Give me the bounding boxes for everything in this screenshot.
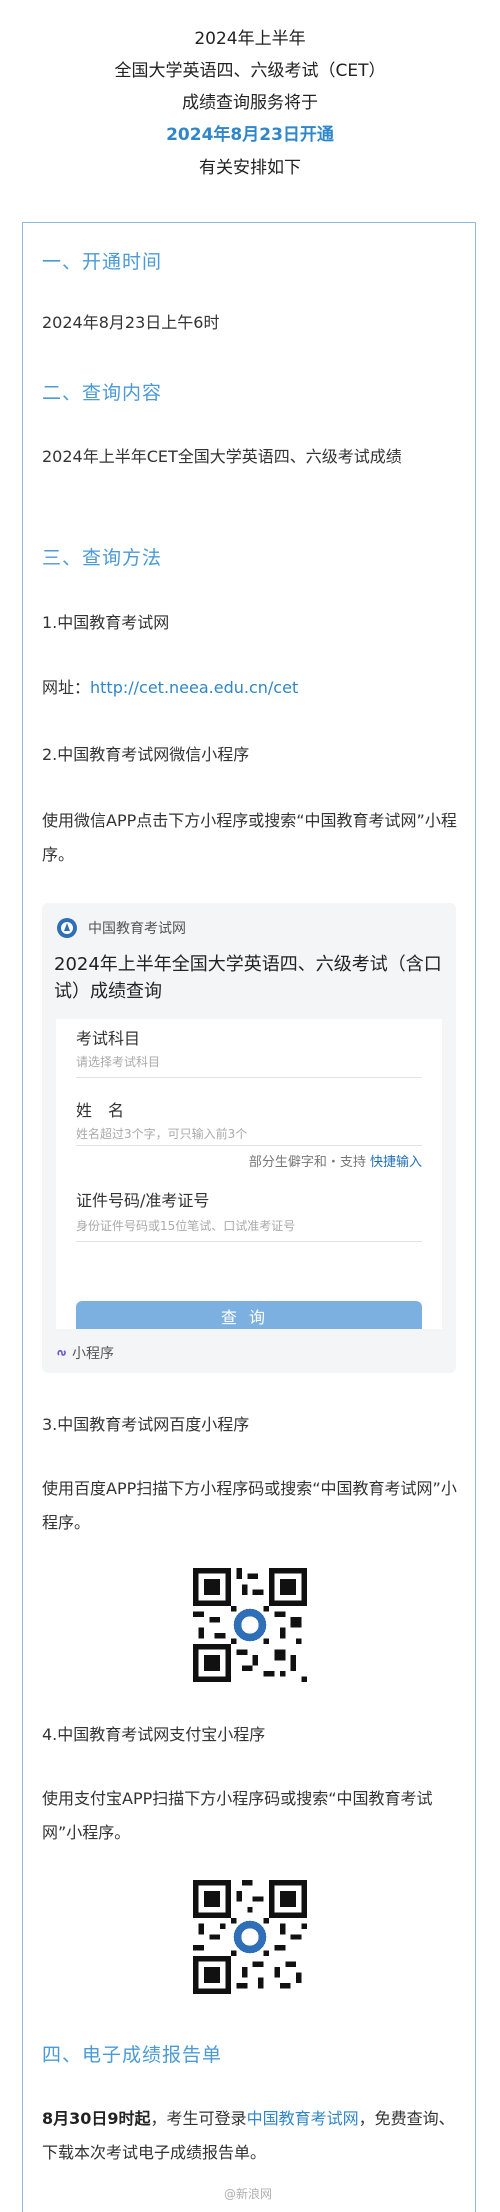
method-2-title: 2.中国教育考试网微信小程序 xyxy=(42,745,250,764)
mini-program-title: 2024年上半年全国大学英语四、六级考试（含口试）成绩查询 xyxy=(54,954,442,1002)
method-3-title: 3.中国教育考试网百度小程序 xyxy=(42,1415,250,1434)
id-label: 证件号码/准考证号 xyxy=(76,1191,210,1210)
section-2-title: 二、查询内容 xyxy=(42,382,163,404)
neea-url-link[interactable]: http://cet.neea.edu.cn/cet xyxy=(90,678,298,697)
section-2-body: 2024年上半年CET全国大学英语四、六级考试成绩 xyxy=(42,447,402,466)
subject-select[interactable]: 请选择考试科目 xyxy=(76,1053,160,1070)
url-label: 网址： xyxy=(42,678,91,697)
header-line-3: 成绩查询服务将于 xyxy=(182,93,318,113)
header-line-1: 2024年上半年 xyxy=(194,29,306,49)
method-4-title: 4.中国教育考试网支付宝小程序 xyxy=(42,1725,266,1744)
watermark: @新浪网 xyxy=(224,2187,273,2201)
method-1-url-line: 网址：http://cet.neea.edu.cn/cet xyxy=(42,671,462,705)
section-4-text-a: ，考生可登录 xyxy=(150,2109,247,2128)
query-button[interactable]: 查询 xyxy=(76,1301,422,1329)
quick-input-link[interactable]: 快捷输入 xyxy=(370,1155,422,1170)
section-4-body: 8月30日9时起，考生可登录中国教育考试网，免费查询、下载本次考试电子成绩报告单… xyxy=(42,2102,462,2170)
wechat-mini-program-card[interactable]: 中国教育考试网 2024年上半年全国大学英语四、六级考试（含口试）成绩查询 考试… xyxy=(42,903,456,1373)
mini-program-footer-label: 小程序 xyxy=(72,1346,114,1362)
section-1-title: 一、开通时间 xyxy=(42,251,163,273)
header-line-2: 全国大学英语四、六级考试（CET） xyxy=(114,61,386,81)
name-input[interactable]: 姓名超过3个字，可只输入前3个 xyxy=(76,1125,247,1142)
mini-program-icon xyxy=(57,1350,66,1356)
method-4-desc: 使用支付宝APP扫描下方小程序码或搜索“中国教育考试网”小程序。 xyxy=(42,1789,433,1842)
neea-site-link[interactable]: 中国教育考试网 xyxy=(247,2109,359,2128)
query-form: 考试科目 请选择考试科目 姓 名 姓名超过3个字，可只输入前3个 部分生僻字和・… xyxy=(56,1019,442,1329)
section-4-title: 四、电子成绩报告单 xyxy=(42,2044,223,2066)
header-open-date: 2024年8月23日开通 xyxy=(166,125,334,145)
method-3-desc: 使用百度APP扫描下方小程序码或搜索“中国教育考试网”小程序。 xyxy=(42,1479,457,1532)
alipay-qr-code xyxy=(193,1880,307,1994)
mini-program-org: 中国教育考试网 xyxy=(88,921,186,937)
report-start-time: 8月30日9时起 xyxy=(42,2109,151,2128)
method-1-title: 1.中国教育考试网 xyxy=(42,613,170,632)
section-3-title: 三、查询方法 xyxy=(42,547,163,569)
input-hint: 部分生僻字和・支持 快捷输入 xyxy=(249,1151,422,1170)
section-1-body: 2024年8月23日上午6时 xyxy=(42,313,220,332)
input-hint-text: 部分生僻字和・支持 xyxy=(248,1155,366,1170)
subject-label: 考试科目 xyxy=(76,1029,141,1048)
name-label: 姓 名 xyxy=(76,1101,125,1120)
divider xyxy=(76,1077,422,1078)
divider xyxy=(76,1145,422,1146)
mini-program-footer: 小程序 xyxy=(56,1343,114,1363)
id-input[interactable]: 身份证件号码或15位笔试、口试准考证号 xyxy=(76,1217,295,1234)
neea-logo-icon xyxy=(57,918,77,938)
baidu-qr-code xyxy=(193,1568,307,1682)
divider xyxy=(76,1241,422,1242)
method-2-desc: 使用微信APP点击下方小程序或搜索“中国教育考试网”小程序。 xyxy=(42,811,457,864)
header-line-5: 有关安排如下 xyxy=(199,158,301,178)
